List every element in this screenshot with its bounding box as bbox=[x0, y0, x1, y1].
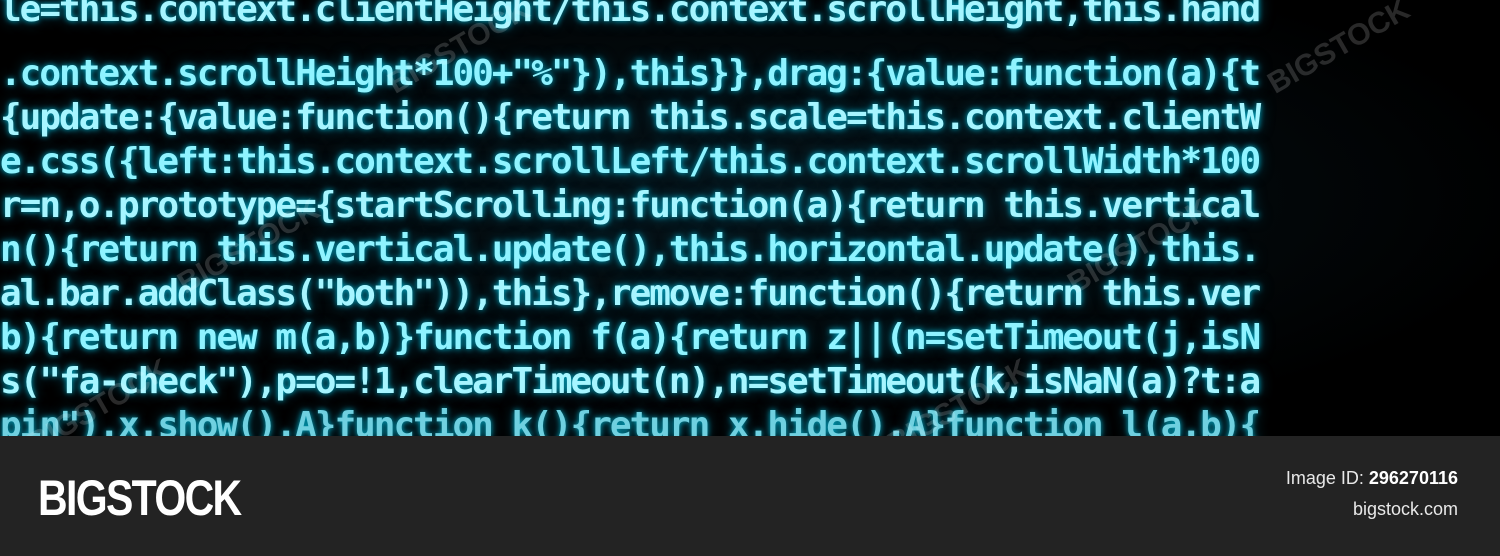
image-id-label: Image ID: bbox=[1285, 468, 1364, 488]
image-id-number: 296270116 bbox=[1368, 468, 1458, 488]
code-screen-photo: le=this.context.clientHeight/this.contex… bbox=[0, 0, 1500, 436]
code-line: al.bar.addClass("both")),this},remove:fu… bbox=[0, 273, 1261, 314]
site-link[interactable]: bigstock.com bbox=[1353, 499, 1458, 520]
code-line: n(){return this.vertical.update(),this.h… bbox=[0, 229, 1261, 270]
bigstock-logo: BIGSTOCK bbox=[38, 470, 242, 526]
code-line: b){return new m(a,b)}function f(a){retur… bbox=[0, 317, 1261, 358]
code-line: {update:{value:function(){return this.sc… bbox=[0, 97, 1261, 138]
code-line: r=n,o.prototype={startScrolling:function… bbox=[0, 185, 1261, 226]
code-line: le=this.context.clientHeight/this.contex… bbox=[0, 0, 1261, 30]
code-line: pin").x.show().A}function k(){return x.h… bbox=[0, 405, 1261, 436]
code-line: s("fa-check"),p=o=!1,clearTimeout(n),n=s… bbox=[0, 361, 1261, 402]
code-line: .context.scrollHeight*100+"%"}),this}},d… bbox=[0, 53, 1261, 94]
code-line: e.css({left:this.context.scrollLeft/this… bbox=[0, 141, 1261, 182]
image-id-text: Image ID: 296270116 bbox=[1286, 468, 1458, 489]
